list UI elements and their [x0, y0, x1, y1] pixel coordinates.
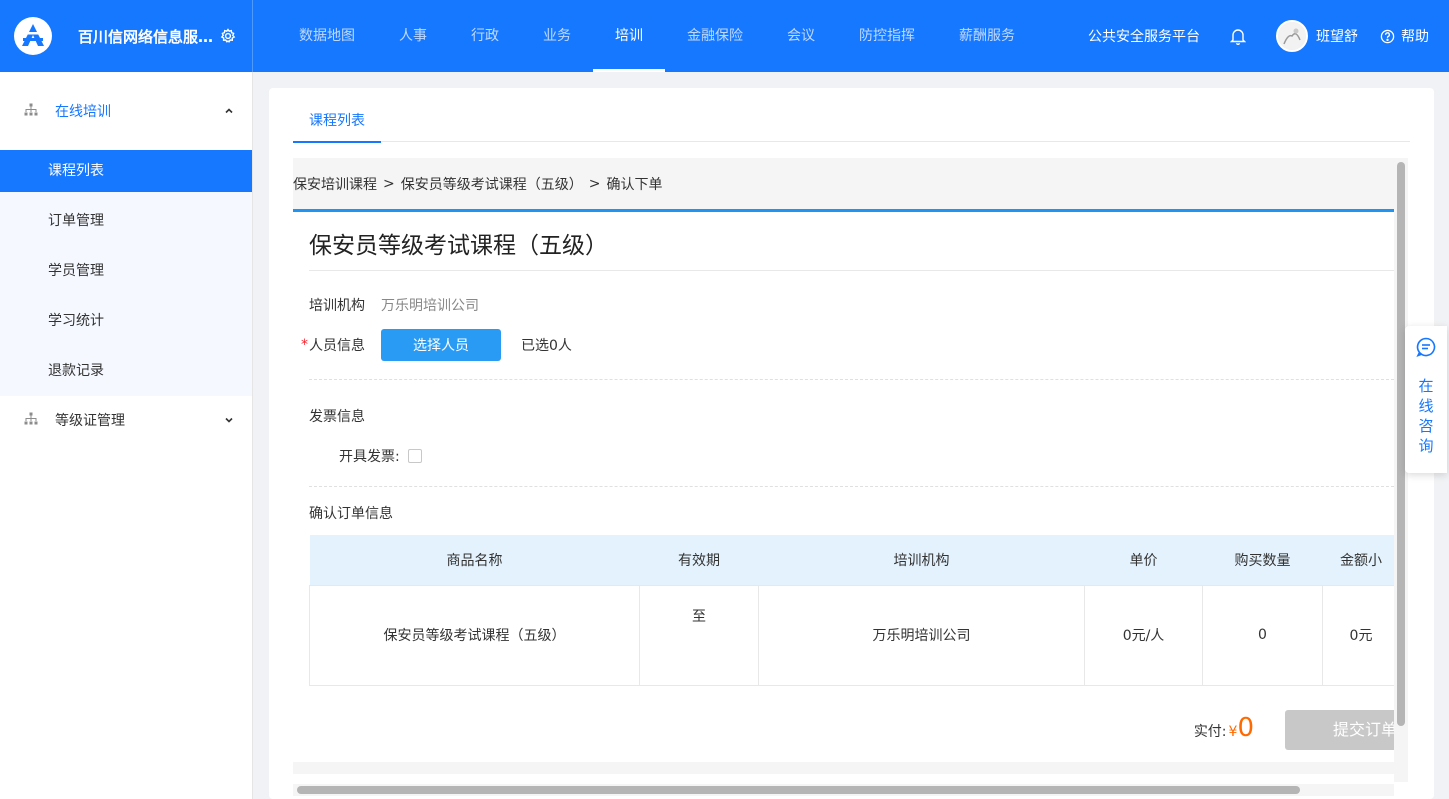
- tab-bar: 课程列表: [293, 88, 1410, 143]
- breadcrumb-item-current: 确认下单: [606, 176, 663, 193]
- breadcrumb-separator: >: [588, 175, 601, 192]
- help-label: 帮助: [1401, 29, 1429, 45]
- org-tree-icon: [24, 412, 40, 428]
- main-card: 课程列表 保安培训课程 > 保安员等级考试课程（五级） > 确认下单 保安员等级…: [269, 88, 1434, 799]
- help-icon: [1380, 29, 1395, 43]
- username[interactable]: 班望舒: [1316, 26, 1358, 46]
- breadcrumb-item[interactable]: 保安员等级考试课程（五级）: [401, 174, 583, 194]
- horizontal-scrollbar[interactable]: [293, 784, 1394, 796]
- payment-label: 实付:: [1193, 724, 1227, 740]
- gear-icon[interactable]: [220, 28, 236, 44]
- sidebar-item-student-management[interactable]: 学员管理: [0, 246, 252, 296]
- chevron-up-icon: [224, 104, 234, 120]
- online-consult-widget[interactable]: 在线咨询: [1405, 326, 1447, 473]
- chat-icon: [1415, 336, 1437, 362]
- top-right-area: 公共安全服务平台 班望舒 帮助: [1088, 0, 1449, 72]
- org-tree-icon: [24, 103, 40, 119]
- top-bar: 百川信网络信息服务... 数据地图 人事 行政 业务 培训 金融保险 会议 防控…: [0, 0, 1449, 72]
- invoice-checkbox[interactable]: [407, 449, 422, 463]
- nav-item-finance-insurance[interactable]: 金融保险: [665, 0, 765, 72]
- dashed-divider: [309, 379, 1394, 380]
- org-value: 万乐明培训公司: [381, 298, 479, 314]
- currency-symbol: ¥: [1228, 724, 1238, 740]
- sidebar-group-certificate-management[interactable]: 等级证管理: [0, 396, 252, 444]
- table-cell: 至: [639, 584, 759, 686]
- payment-total: 实付: ¥ 0: [1194, 713, 1254, 743]
- table-cell: 0元/人: [1084, 584, 1203, 686]
- payment-amount: 0: [1237, 713, 1254, 743]
- required-mark: *: [301, 337, 308, 353]
- breadcrumb-underline: [293, 209, 1394, 212]
- sidebar-group-online-training[interactable]: 在线培训: [0, 72, 252, 150]
- invoice-section-title: 发票信息: [309, 409, 365, 425]
- sidebar-item-refund-records[interactable]: 退款记录: [0, 346, 252, 396]
- course-title: 保安员等级考试课程（五级）: [309, 233, 608, 259]
- column-header: 购买数量: [1202, 535, 1323, 585]
- invoice-row: 开具发票:: [339, 446, 422, 466]
- main-nav: 数据地图 人事 行政 业务 培训 金融保险 会议 防控指挥 薪酬服务: [277, 0, 1037, 72]
- sidebar-group-label: 等级证管理: [55, 413, 125, 429]
- nav-item-business[interactable]: 业务: [521, 0, 593, 72]
- online-consult-label: 在线咨询: [1418, 377, 1434, 455]
- avatar[interactable]: [1276, 20, 1308, 52]
- nav-item-meeting[interactable]: 会议: [765, 0, 837, 72]
- table-row: 保安员等级考试课程（五级） 至 万乐明培训公司 0元/人 0 0元: [309, 584, 1394, 686]
- sidebar-item-course-list[interactable]: 课程列表: [0, 150, 252, 192]
- invoice-label: 开具发票:: [339, 449, 400, 465]
- nav-item-command[interactable]: 防控指挥: [837, 0, 937, 72]
- column-header: 商品名称: [309, 535, 640, 585]
- order-table: 商品名称 有效期 培训机构 单价 购买数量 金额小 保安员等级考试课程（五级） …: [309, 535, 1394, 686]
- horizontal-scrollbar-thumb[interactable]: [297, 786, 1300, 794]
- tab-course-list[interactable]: 课程列表: [293, 88, 381, 143]
- dashed-divider: [309, 486, 1394, 487]
- table-cell: 保安员等级考试课程（五级）: [309, 584, 640, 686]
- brand: 百川信网络信息服务...: [0, 0, 253, 72]
- selected-count: 已选0人: [521, 338, 572, 354]
- nav-item-salary[interactable]: 薪酬服务: [937, 0, 1037, 72]
- app-logo-icon[interactable]: [14, 17, 52, 55]
- org-row: 培训机构 万乐明培训公司: [309, 295, 479, 315]
- breadcrumb-separator: >: [383, 175, 395, 192]
- bell-icon[interactable]: [1230, 27, 1248, 45]
- nav-item-hr[interactable]: 人事: [377, 0, 449, 72]
- chevron-down-icon: [224, 413, 234, 429]
- person-label: 人员信息: [309, 338, 365, 354]
- sidebar-item-learning-stats[interactable]: 学习统计: [0, 296, 252, 346]
- submit-order-button[interactable]: 提交订单: [1285, 710, 1394, 750]
- divider: [309, 270, 1394, 271]
- select-person-button[interactable]: 选择人员: [381, 329, 501, 361]
- order-panel: 保安培训课程 > 保安员等级考试课程（五级） > 确认下单 保安员等级考试课程（…: [293, 158, 1394, 774]
- confirm-section-title: 确认订单信息: [309, 506, 393, 522]
- table-header-row: 商品名称 有效期 培训机构 单价 购买数量 金额小: [309, 535, 1394, 585]
- breadcrumb-item[interactable]: 保安培训课程: [293, 174, 377, 194]
- column-header: 有效期: [639, 535, 759, 585]
- person-row: * 人员信息 选择人员 已选0人: [301, 329, 572, 361]
- table-cell: 0元: [1322, 584, 1394, 686]
- column-header: 培训机构: [758, 535, 1085, 585]
- nav-item-training[interactable]: 培训: [593, 0, 665, 72]
- org-label: 培训机构: [309, 298, 365, 314]
- breadcrumb: 保安培训课程 > 保安员等级考试课程（五级） > 确认下单: [293, 158, 1394, 209]
- panel-footer: [293, 762, 1394, 774]
- table-cell: 0: [1202, 584, 1323, 686]
- platform-link[interactable]: 公共安全服务平台: [1088, 26, 1200, 46]
- help-link[interactable]: 帮助: [1380, 26, 1429, 46]
- column-header: 单价: [1084, 535, 1203, 585]
- sidebar-item-order-management[interactable]: 订单管理: [0, 196, 252, 246]
- column-header: 金额小: [1322, 535, 1394, 585]
- vertical-scrollbar-thumb[interactable]: [1397, 162, 1405, 726]
- sidebar-submenu: 课程列表 订单管理 学员管理 学习统计 退款记录: [0, 150, 252, 396]
- nav-item-admin[interactable]: 行政: [449, 0, 521, 72]
- nav-item-data-map[interactable]: 数据地图: [277, 0, 377, 72]
- table-cell: 万乐明培训公司: [758, 584, 1085, 686]
- app-title: 百川信网络信息服务...: [78, 27, 218, 46]
- sidebar: 在线培训 课程列表 订单管理 学员管理 学习统计 退款记录 等级证管理: [0, 72, 253, 799]
- sidebar-group-label: 在线培训: [55, 104, 111, 120]
